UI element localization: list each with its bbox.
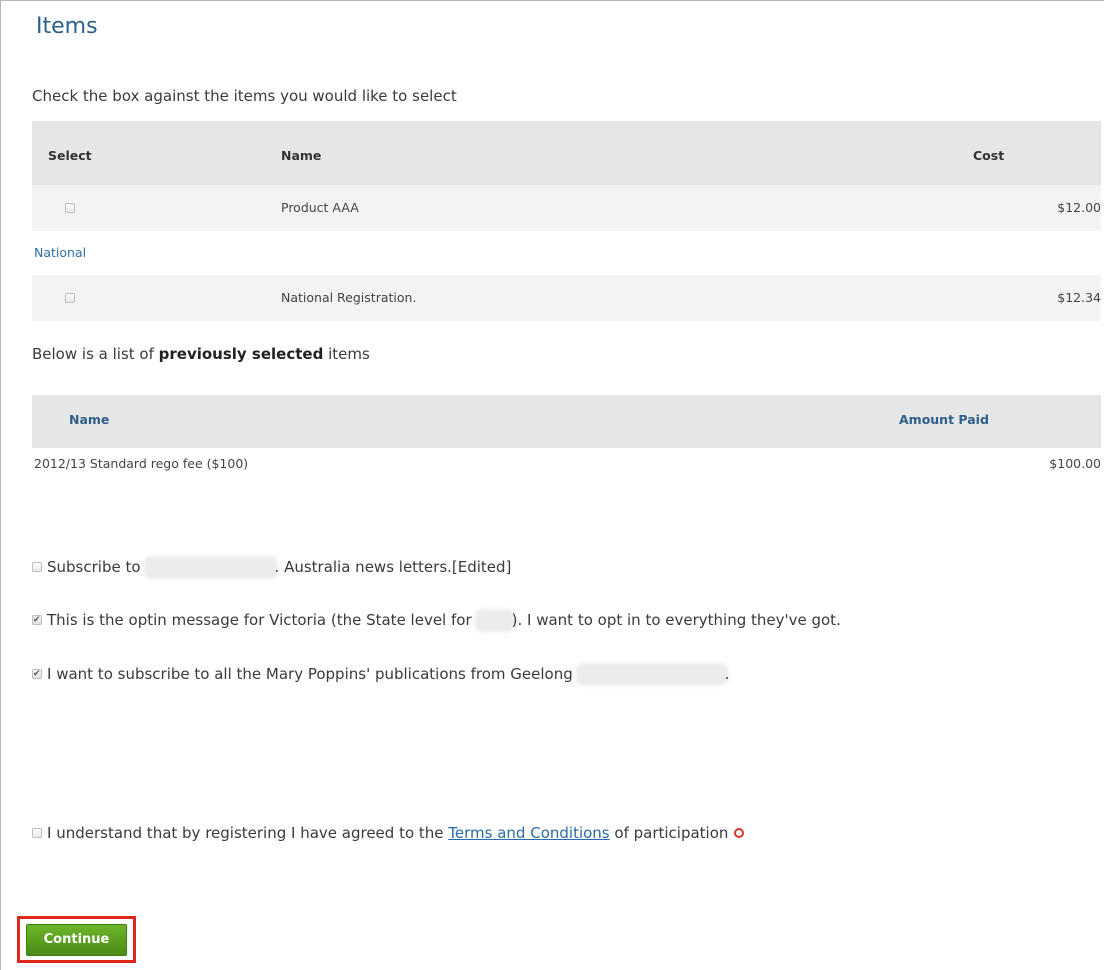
item-checkbox[interactable] xyxy=(65,203,75,213)
redacted-text xyxy=(578,665,725,683)
optin-checkbox[interactable] xyxy=(32,667,42,681)
redacted-text xyxy=(477,611,512,629)
section-label-national: National xyxy=(34,245,87,260)
instruction-text: Check the box against the items you woul… xyxy=(32,87,457,105)
required-indicator-icon xyxy=(734,828,745,838)
continue-button[interactable]: Continue xyxy=(26,923,127,956)
page-frame: Items Check the box against the items yo… xyxy=(0,0,1104,970)
terms-item: I understand that by registering I have … xyxy=(32,824,745,842)
item-checkbox[interactable] xyxy=(65,293,75,303)
item-cost: $12.00 xyxy=(1057,200,1101,215)
item-name: Product AAA xyxy=(281,200,359,215)
terms-text: I understand that by registering I have … xyxy=(47,824,449,842)
optin-text: This is the optin message for Victoria (… xyxy=(47,611,472,629)
column-amount-paid: Amount Paid xyxy=(899,412,989,427)
terms-checkbox[interactable] xyxy=(32,828,42,838)
column-name: Name xyxy=(281,148,322,163)
optin-checkbox[interactable] xyxy=(32,562,42,572)
items-table-header: Select Name Cost xyxy=(32,121,1101,185)
optin-text-after: . Australia news letters.[Edited] xyxy=(274,558,512,576)
redacted-text xyxy=(146,558,275,576)
continue-highlight: Continue xyxy=(17,916,136,963)
optin-text-after: . xyxy=(724,665,730,683)
optin-item: Subscribe to . Australia news letters.[E… xyxy=(32,558,511,576)
optin-item: I want to subscribe to all the Mary Popp… xyxy=(32,665,730,683)
optin-text: I want to subscribe to all the Mary Popp… xyxy=(47,665,573,683)
previous-items-text: Below is a list of previously selected i… xyxy=(32,345,370,363)
column-name: Name xyxy=(69,412,110,427)
item-name: National Registration. xyxy=(281,290,417,305)
previous-item-amount: $100.00 xyxy=(1049,456,1101,471)
terms-text-after: of participation xyxy=(609,824,729,842)
column-select: Select xyxy=(48,148,92,163)
item-cost: $12.34 xyxy=(1057,290,1101,305)
optin-text-after: ). I want to opt in to everything they'v… xyxy=(511,611,841,629)
table-row: National Registration. $12.34 xyxy=(32,275,1101,321)
optin-checkbox[interactable] xyxy=(32,613,42,627)
page-title: Items xyxy=(36,14,98,39)
terms-and-conditions-link[interactable]: Terms and Conditions xyxy=(448,824,609,842)
previous-item-name: 2012/13 Standard rego fee ($100) xyxy=(34,456,249,471)
table-row: 2012/13 Standard rego fee ($100) $100.00 xyxy=(32,448,1101,478)
column-cost: Cost xyxy=(973,148,1005,163)
optin-text: Subscribe to xyxy=(47,558,141,576)
optin-item: This is the optin message for Victoria (… xyxy=(32,611,841,629)
previous-table-header: Name Amount Paid xyxy=(32,395,1101,448)
table-row: Product AAA $12.00 xyxy=(32,185,1101,231)
